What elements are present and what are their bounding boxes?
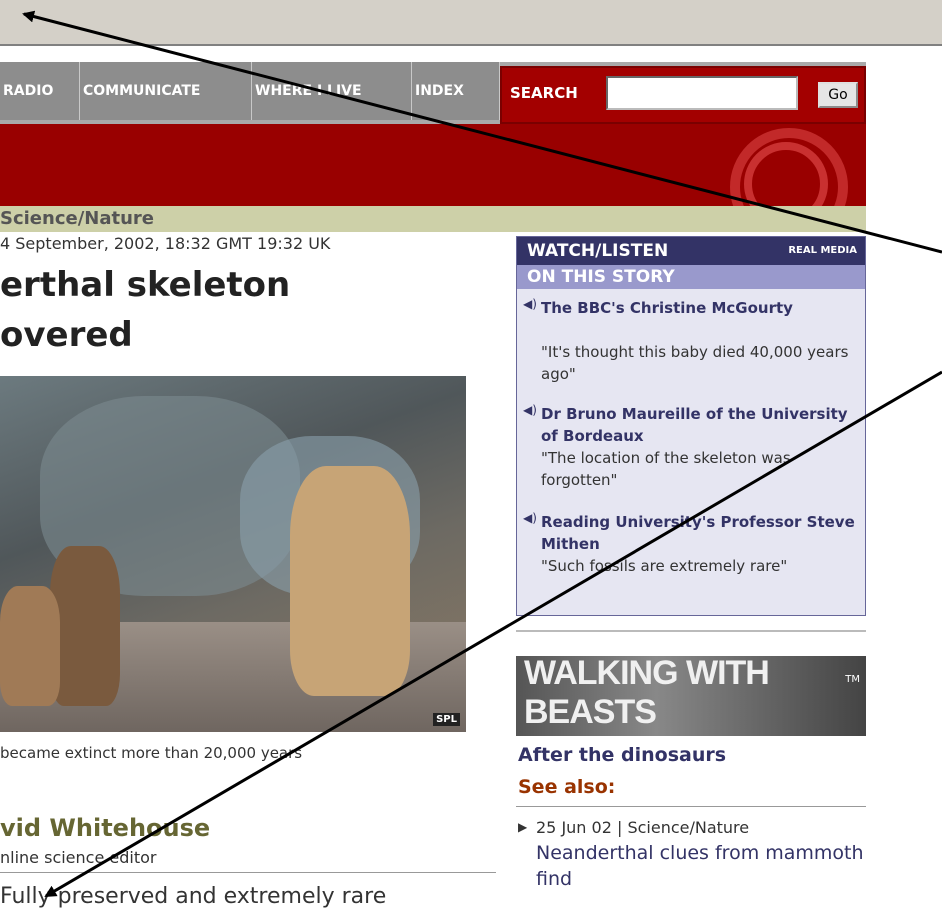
divider [516, 806, 866, 807]
walking-banner-text: WALKING WITH BEASTS [524, 656, 770, 731]
headline-line-2: overed [0, 315, 133, 355]
search-label: SEARCH [510, 84, 578, 102]
watch-subtitle: ON THIS STORY [517, 265, 865, 289]
watch-item-title[interactable]: Reading University's Professor Steve Mit… [541, 511, 861, 555]
nav-radio[interactable]: RADIO [0, 62, 80, 120]
photo-credit: SPL [433, 713, 460, 726]
search-input[interactable] [606, 76, 798, 110]
body-text: Fully preserved and extremely rare [0, 884, 387, 909]
story-photo: SPL [0, 376, 466, 732]
figure-adult [290, 466, 410, 696]
nav-index[interactable]: INDEX [412, 62, 500, 120]
after-dinosaurs-link[interactable]: After the dinosaurs [518, 744, 726, 766]
photo-caption: became extinct more than 20,000 years [0, 744, 303, 762]
watch-item-title[interactable]: The BBC's Christine McGourty [541, 297, 861, 319]
watch-title: WATCH/LISTEN REAL MEDIA [517, 237, 865, 265]
watch-item-quote: "The location of the skeleton was forgot… [541, 449, 791, 489]
search-box: SEARCH Go [500, 66, 866, 124]
figure-child [50, 546, 120, 706]
audio-icon: ◀) [523, 297, 537, 311]
headline-line-1: erthal skeleton [0, 265, 291, 305]
see-also-heading: See also: [518, 776, 616, 798]
byline-name: vid Whitehouse [0, 814, 211, 842]
watch-item-quote: "Such fossils are extremely rare" [541, 557, 788, 575]
divider [516, 630, 866, 632]
section-bar: Science/Nature [0, 206, 866, 232]
watch-item[interactable]: ◀) Dr Bruno Maureille of the University … [523, 403, 859, 503]
story-title[interactable]: Neanderthal clues from mammoth find [536, 840, 866, 892]
real-media-link[interactable]: REAL MEDIA [788, 237, 857, 265]
nav-where-i-live[interactable]: WHERE I LIVE [252, 62, 412, 120]
watch-title-text: WATCH/LISTEN [527, 241, 669, 261]
site-banner [0, 124, 866, 206]
dateline: 4 September, 2002, 18:32 GMT 19:32 UK [0, 234, 331, 253]
trademark-mark: TM [845, 674, 860, 685]
audio-icon: ◀) [523, 511, 537, 525]
story-meta: 25 Jun 02 | Science/Nature [536, 818, 750, 837]
watch-item-title[interactable]: Dr Bruno Maureille of the University of … [541, 403, 861, 447]
watch-listen-box: WATCH/LISTEN REAL MEDIA ON THIS STORY ◀)… [516, 236, 866, 616]
browser-toolbar [0, 0, 942, 50]
arrow-bullet-icon: ▶ [518, 820, 528, 834]
go-button[interactable]: Go [818, 82, 858, 108]
watch-item[interactable]: ◀) Reading University's Professor Steve … [523, 511, 859, 611]
audio-icon: ◀) [523, 403, 537, 417]
divider [0, 872, 496, 873]
watch-item[interactable]: ◀) The BBC's Christine McGourty "It's th… [523, 297, 859, 397]
section-label[interactable]: Science/Nature [0, 208, 154, 229]
byline-role: nline science editor [0, 848, 157, 867]
watch-item-quote: "It's thought this baby died 40,000 year… [541, 343, 849, 383]
nav-communicate[interactable]: COMMUNICATE [80, 62, 252, 120]
walking-with-beasts-banner[interactable]: WALKING WITH BEASTS TM [516, 656, 866, 736]
headline: erthal skeleton overed [0, 260, 500, 360]
figure-left [0, 586, 60, 706]
